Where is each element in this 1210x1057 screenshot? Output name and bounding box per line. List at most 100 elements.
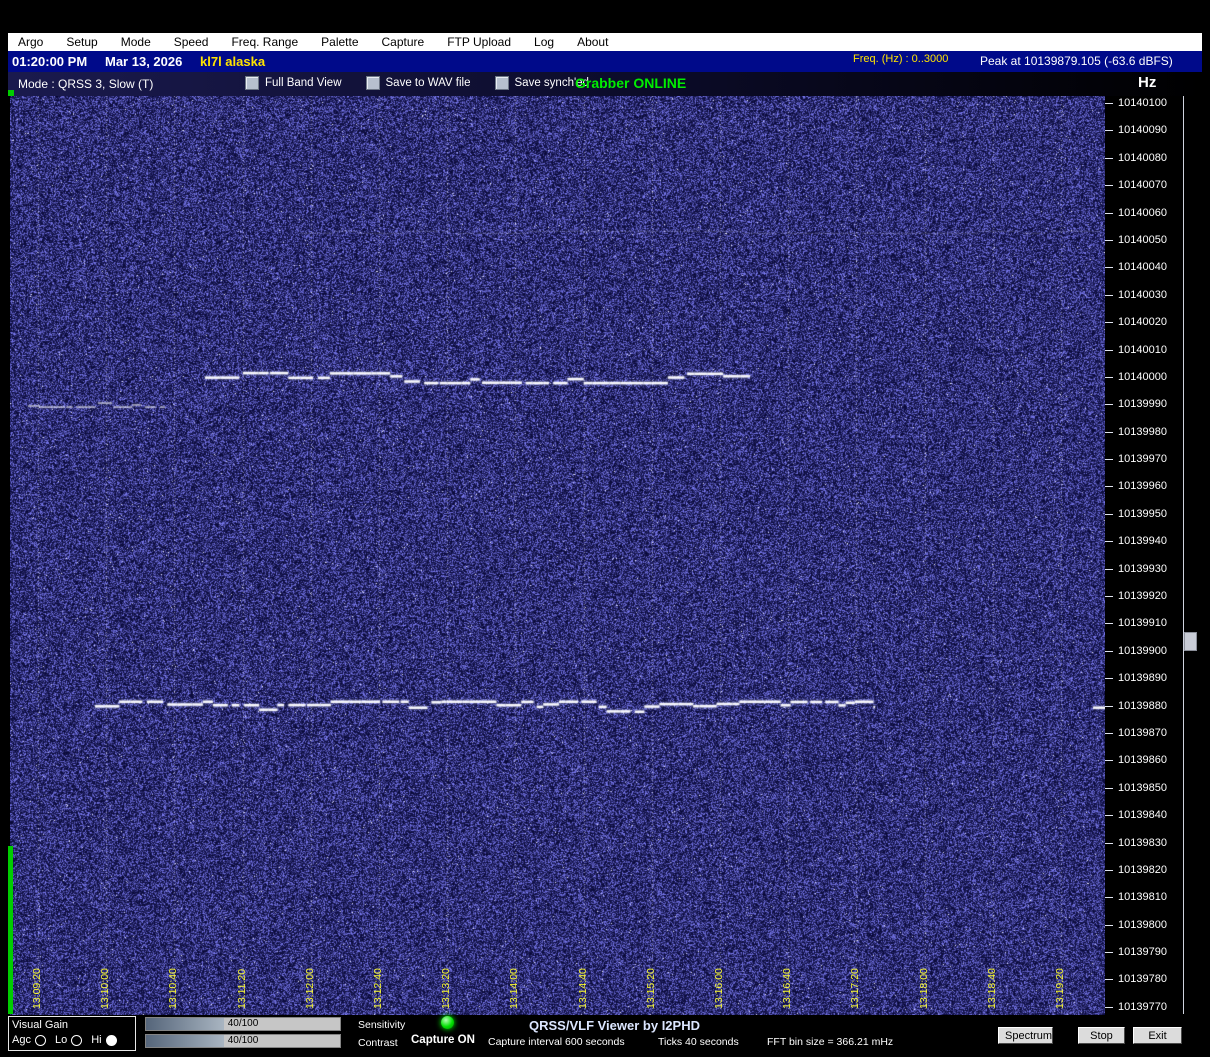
freq-label: 10139900: [1118, 644, 1167, 657]
freq-label: 10140050: [1118, 233, 1167, 246]
freq-tick: [1105, 650, 1113, 652]
menu-item-setup[interactable]: Setup: [56, 35, 110, 49]
time-tick-label: 13:12:40: [372, 968, 384, 1009]
freq-tick: [1105, 212, 1113, 214]
checkbox-group: Full Band View Save to WAV file Save synch…: [245, 76, 589, 90]
peak-readout: Peak at 10139879.105 (-63.6 dBFS): [980, 54, 1173, 68]
freq-label: 10139820: [1118, 863, 1167, 876]
freq-tick: [1105, 787, 1113, 789]
freq-tick: [1105, 623, 1113, 625]
menu-item-about[interactable]: About: [567, 35, 621, 49]
radio-icon[interactable]: [105, 1034, 117, 1046]
bottom-bar: Visual Gain Agc Lo Hi 40/100 40/100 Sensiti…: [0, 1015, 1210, 1057]
freq-label: 10139980: [1118, 425, 1167, 438]
freq-label: 10140090: [1118, 124, 1167, 137]
freq-tick: [1105, 239, 1113, 241]
time-tick-label: 13:17:20: [849, 968, 862, 1009]
freq-label: 10139780: [1118, 973, 1167, 986]
freq-label: 10139990: [1118, 398, 1167, 411]
freq-tick: [1105, 952, 1113, 954]
time-tick-label: 13:15:20: [644, 968, 657, 1009]
spectrum-button[interactable]: Spectrum: [998, 1027, 1053, 1044]
checkbox-save-to-wav-file[interactable]: Save to WAV file: [365, 76, 471, 90]
freq-tick: [1105, 185, 1113, 187]
freq-tick: [1105, 404, 1113, 406]
freq-range-readout: Freq. (Hz) : 0..3000: [853, 53, 949, 65]
freq-label: 10139850: [1118, 781, 1167, 794]
waterfall-canvas[interactable]: [10, 96, 1105, 1015]
freq-label: 10140040: [1118, 261, 1167, 274]
radio-label: Agc: [12, 1034, 31, 1046]
radio-lo[interactable]: Lo: [54, 1034, 83, 1046]
freq-label: 10139790: [1118, 946, 1167, 959]
slider-value: 40/100: [227, 1018, 259, 1029]
menu-item-mode[interactable]: Mode: [111, 35, 164, 49]
line-progress-dot: [8, 90, 14, 96]
freq-label: 10140010: [1118, 343, 1167, 356]
capture-interval-label: Capture interval 600 seconds: [488, 1036, 625, 1048]
freq-label: 10139830: [1118, 836, 1167, 849]
freq-label: 10139940: [1118, 535, 1167, 548]
exit-button[interactable]: Exit: [1133, 1027, 1182, 1044]
slider-value: 40/100: [227, 1035, 259, 1046]
freq-unit-label: Hz: [1138, 74, 1157, 91]
radio-icon[interactable]: [34, 1034, 46, 1046]
fft-bin-size-label: FFT bin size = 366.21 mHz: [767, 1036, 894, 1048]
time-tick-label: 13:18:40: [985, 968, 998, 1009]
checkbox-box-icon[interactable]: [365, 76, 380, 90]
freq-label: 10139960: [1118, 480, 1167, 493]
callsign-label: kl7l alaska: [200, 54, 266, 69]
frequency-scale: 10140100 10140090 10140080 10140070 10140060…: [1105, 96, 1205, 1015]
checkbox-box-icon[interactable]: [494, 76, 509, 90]
freq-tick: [1105, 157, 1113, 159]
mode-label: Mode : QRSS 3, Slow (T): [18, 77, 154, 91]
menu-item-palette[interactable]: Palette: [311, 35, 371, 49]
freq-tick: [1105, 431, 1113, 433]
freq-tick: [1105, 541, 1113, 543]
time-tick-label: 13:14:00: [508, 968, 521, 1009]
radio-label: Lo: [54, 1034, 68, 1046]
menu-item-speed[interactable]: Speed: [164, 35, 222, 49]
stop-button[interactable]: Stop: [1078, 1027, 1125, 1044]
freq-tick: [1105, 376, 1113, 378]
freq-tick: [1105, 459, 1113, 461]
clock-date: Mar 13, 2026: [105, 54, 183, 69]
menu-item-log[interactable]: Log: [524, 35, 567, 49]
menu-item-capture[interactable]: Capture: [372, 35, 438, 49]
freq-tick: [1105, 322, 1113, 324]
slider-contrast[interactable]: 40/100: [145, 1034, 341, 1048]
checkbox-full-band-view[interactable]: Full Band View: [245, 76, 342, 90]
freq-label: 10140070: [1118, 179, 1167, 192]
time-tick-label: 13:11:20: [235, 968, 248, 1009]
checkbox-box-icon[interactable]: [245, 76, 259, 90]
scale-marker[interactable]: [1184, 632, 1197, 651]
time-tick-label: 13:12:00: [303, 968, 316, 1009]
waterfall-display[interactable]: 13:09:20 13:10:00 13:10:40 13:11:20 13:12:00…: [10, 96, 1105, 1015]
menu-item-argo[interactable]: Argo: [8, 35, 56, 49]
radio-hi[interactable]: Hi: [91, 1034, 117, 1046]
menu-item-ftp-upload[interactable]: FTP Upload: [437, 35, 524, 49]
visual-gain-options: Agc Lo Hi: [12, 1034, 117, 1046]
time-tick-label: 13:14:40: [576, 968, 589, 1009]
freq-tick: [1105, 596, 1113, 598]
freq-label: 10139860: [1118, 754, 1167, 767]
freq-tick: [1105, 705, 1113, 707]
time-tick-label: 13:16:00: [713, 968, 725, 1009]
radio-icon[interactable]: [71, 1034, 83, 1046]
time-tick-label: 13:10:00: [99, 968, 112, 1009]
slider-sensitivity[interactable]: 40/100: [145, 1017, 341, 1031]
freq-tick: [1105, 349, 1113, 351]
menu-item-freq-range[interactable]: Freq. Range: [221, 35, 311, 49]
time-tick-label: 13:19:20: [1054, 968, 1066, 1009]
visual-gain-box: Visual Gain Agc Lo Hi: [8, 1016, 136, 1051]
freq-tick: [1105, 130, 1113, 132]
radio-agc[interactable]: Agc: [12, 1034, 46, 1046]
freq-label: 10140060: [1118, 206, 1167, 219]
scale-rule: [1183, 96, 1184, 1014]
line-progress-indicator: [8, 846, 13, 1014]
freq-label: 10139880: [1118, 699, 1167, 712]
status-bar: 01:20:00 PM Mar 13, 2026 kl7l alaska Fre…: [8, 51, 1202, 72]
freq-tick: [1105, 842, 1113, 844]
freq-tick: [1105, 513, 1113, 515]
freq-tick: [1105, 568, 1113, 570]
